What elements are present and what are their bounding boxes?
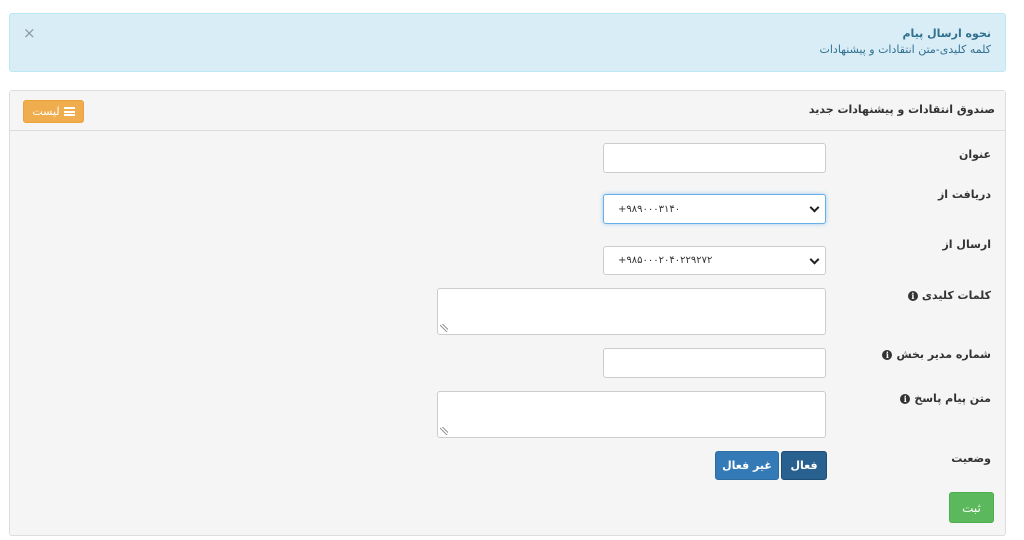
manager-number-input[interactable] [603, 348, 826, 378]
keywords-textarea[interactable] [437, 288, 826, 335]
send-from-select[interactable]: +۹۸۵۰۰۰۲۰۴۰۲۲۹۲۷۲ [603, 246, 826, 275]
receive-from-label: دریافت از [938, 188, 991, 201]
manager-number-label-text: شماره مدیر بخش [896, 348, 991, 361]
submit-label: ثبت [962, 500, 981, 515]
info-icon: i [900, 393, 911, 404]
list-icon [63, 107, 75, 116]
receive-from-label-text: دریافت از [937, 188, 991, 201]
resize-grip-icon[interactable] [440, 324, 448, 332]
close-icon[interactable]: × [23, 26, 36, 41]
list-button[interactable]: لیست [23, 100, 84, 123]
reply-text-textarea[interactable] [437, 391, 826, 438]
info-alert: نحوه ارسال پیام کلمه کلیدی-متن انتقادات … [9, 13, 1006, 72]
info-icon: i [907, 290, 918, 301]
status-label-text: وضعیت [951, 452, 991, 465]
reply-text-label: متن پیام پاسخ i [900, 392, 991, 405]
status-label: وضعیت [951, 452, 991, 465]
send-from-label-text: ارسال از [942, 238, 991, 251]
submit-button[interactable]: ثبت [949, 492, 994, 523]
alert-body: کلمه کلیدی-متن انتقادات و پیشنهادات [819, 43, 991, 56]
subject-label-text: عنوان [958, 148, 991, 161]
manager-number-label: شماره مدیر بخش i [882, 348, 991, 361]
alert-title: نحوه ارسال پیام [902, 27, 991, 40]
reply-text-label-text: متن پیام پاسخ [914, 392, 991, 405]
list-button-label: لیست [32, 105, 60, 118]
subject-input[interactable] [603, 143, 826, 173]
receive-from-select[interactable]: +۹۸۹۰۰۰۳۱۴۰ [603, 194, 826, 224]
send-from-label: ارسال از [942, 238, 991, 251]
chevron-down-icon [809, 254, 820, 265]
receive-from-value: +۹۸۹۰۰۰۳۱۴۰ [618, 203, 681, 215]
status-active-label: فعال [790, 459, 818, 472]
send-from-value: +۹۸۵۰۰۰۲۰۴۰۲۲۹۲۷۲ [618, 255, 713, 266]
status-inactive-label: غیر فعال [722, 459, 772, 472]
info-icon: i [882, 349, 893, 360]
new-feedback-panel: صندوق انتقادات و پیشنهادات جدید لیست عنو… [9, 90, 1006, 536]
panel-heading: صندوق انتقادات و پیشنهادات جدید لیست [10, 91, 1005, 131]
status-active-button[interactable]: فعال [781, 451, 827, 480]
keywords-label: کلمات کلیدی i [907, 289, 991, 302]
status-inactive-button[interactable]: غیر فعال [715, 451, 779, 480]
resize-grip-icon[interactable] [440, 427, 448, 435]
chevron-down-icon [809, 202, 820, 213]
subject-label: عنوان [959, 148, 991, 161]
panel-title: صندوق انتقادات و پیشنهادات جدید [808, 103, 995, 116]
keywords-label-text: کلمات کلیدی [921, 289, 991, 302]
